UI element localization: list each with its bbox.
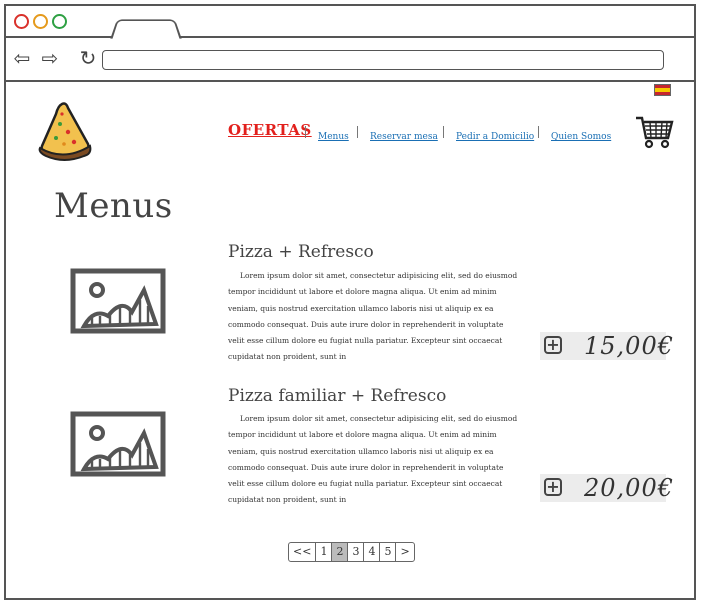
nav-link-quien-somos[interactable]: Quien Somos	[551, 132, 611, 142]
menu-item-price: 15,00€	[584, 332, 674, 360]
page-title: Menus	[54, 186, 173, 226]
arrow-right-icon[interactable]: ⇨	[38, 48, 62, 68]
pagination-page-3[interactable]: 3	[348, 543, 365, 561]
nav-item-menus: Menus	[318, 124, 349, 143]
menu-item-description: Lorem ipsum dolor sit amet, consectetur …	[228, 414, 518, 505]
title-bar	[6, 6, 694, 39]
pagination-page-1[interactable]: 1	[316, 543, 333, 561]
reload-icon[interactable]: ↻	[76, 48, 100, 68]
url-input[interactable]	[102, 50, 664, 70]
maximize-window-icon[interactable]	[52, 14, 67, 29]
nav-link-ofertas[interactable]: OFERTAS	[228, 121, 312, 139]
browser-tab[interactable]	[110, 19, 182, 39]
pagination-page-4[interactable]: 4	[364, 543, 381, 561]
menu-item-title: Pizza familiar + Refresco	[228, 386, 447, 406]
menu-item-title: Pizza + Refresco	[228, 242, 374, 262]
pagination-page-5[interactable]: 5	[380, 543, 397, 561]
nav-separator	[538, 126, 539, 138]
pagination: << 1 2 3 4 5 >	[288, 542, 415, 562]
menu-item-price: 20,00€	[584, 474, 674, 502]
nav-link-pedir-domicilio[interactable]: Pedir a Domicilio	[456, 132, 534, 142]
shopping-cart-icon[interactable]	[634, 114, 674, 150]
image-placeholder-icon	[70, 268, 166, 334]
add-to-cart-button[interactable]: +	[544, 478, 562, 496]
price-box: + 20,00€	[540, 474, 673, 502]
nav-item-reservar: Reservar mesa	[370, 124, 438, 143]
minimize-window-icon[interactable]	[33, 14, 48, 29]
arrow-left-icon[interactable]: ⇦	[10, 48, 34, 68]
nav-link-menus[interactable]: Menus	[318, 132, 349, 142]
close-window-icon[interactable]	[14, 14, 29, 29]
price-box: + 15,00€	[540, 332, 673, 360]
nav-item-quienes: Quien Somos	[551, 124, 611, 143]
image-placeholder-icon	[70, 411, 166, 477]
address-bar: ⇦ ⇨ ↻	[6, 38, 694, 82]
nav-separator	[443, 126, 444, 138]
nav-separator	[305, 126, 306, 138]
nav-link-reservar-mesa[interactable]: Reservar mesa	[370, 132, 438, 142]
add-to-cart-button[interactable]: +	[544, 336, 562, 354]
pizza-logo-icon	[38, 102, 92, 161]
menu-item-description: Lorem ipsum dolor sit amet, consectetur …	[228, 271, 518, 362]
pagination-next-button[interactable]: >	[396, 543, 413, 561]
language-flag-icon[interactable]	[654, 84, 671, 96]
pagination-prev-button[interactable]: <<	[289, 543, 317, 561]
pagination-page-2[interactable]: 2	[332, 543, 349, 561]
nav-separator	[357, 126, 358, 138]
nav-item-domicilio: Pedir a Domicilio	[456, 124, 534, 143]
